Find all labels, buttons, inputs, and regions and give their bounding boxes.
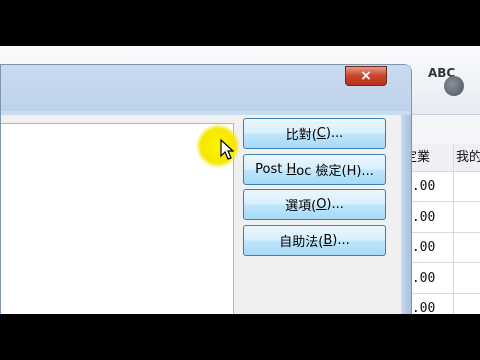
screen-area: ABC 定業 我的 7.00 9.00 5.00 1.00 1.00 × 比對(… (0, 46, 480, 314)
close-button[interactable]: × (345, 66, 387, 86)
button-label: )... (326, 197, 344, 212)
grid-cell[interactable] (454, 172, 480, 202)
grid-cell[interactable] (454, 294, 480, 314)
grid-cell[interactable] (454, 233, 480, 263)
button-label: )... (325, 126, 344, 141)
post-hoc-button[interactable]: Post Hoc 檢定(H)... (243, 154, 386, 185)
button-label: 自助法( (279, 235, 324, 250)
data-grid: 定業 我的 7.00 9.00 5.00 1.00 1.00 (402, 144, 480, 314)
dialog-right-border (401, 115, 411, 314)
button-shortcut: B (323, 233, 333, 248)
button-label: )... (332, 233, 350, 248)
spell-check-badge (444, 76, 464, 96)
button-label: oc 檢定(H)... (296, 164, 374, 179)
bootstrap-button[interactable]: 自助法(B)... (243, 225, 386, 256)
contrasts-button[interactable]: 比對(C)... (243, 118, 386, 149)
grid-cell[interactable] (454, 263, 480, 294)
button-shortcut: O (316, 197, 327, 212)
options-button[interactable]: 選項(O)... (243, 189, 386, 220)
close-icon: × (360, 68, 372, 84)
video-frame: ABC 定業 我的 7.00 9.00 5.00 1.00 1.00 × 比對(… (0, 0, 480, 360)
button-shortcut: C (316, 126, 326, 141)
column-header[interactable]: 我的 (454, 144, 480, 172)
button-label: Post (255, 162, 287, 177)
grid-cell[interactable] (454, 202, 480, 233)
button-shortcut: H (286, 162, 297, 177)
button-label: 比對( (285, 128, 317, 143)
spell-check-icon[interactable]: ABC (424, 66, 466, 100)
mouse-cursor-icon (220, 139, 234, 160)
button-label: 選項( (285, 199, 317, 214)
